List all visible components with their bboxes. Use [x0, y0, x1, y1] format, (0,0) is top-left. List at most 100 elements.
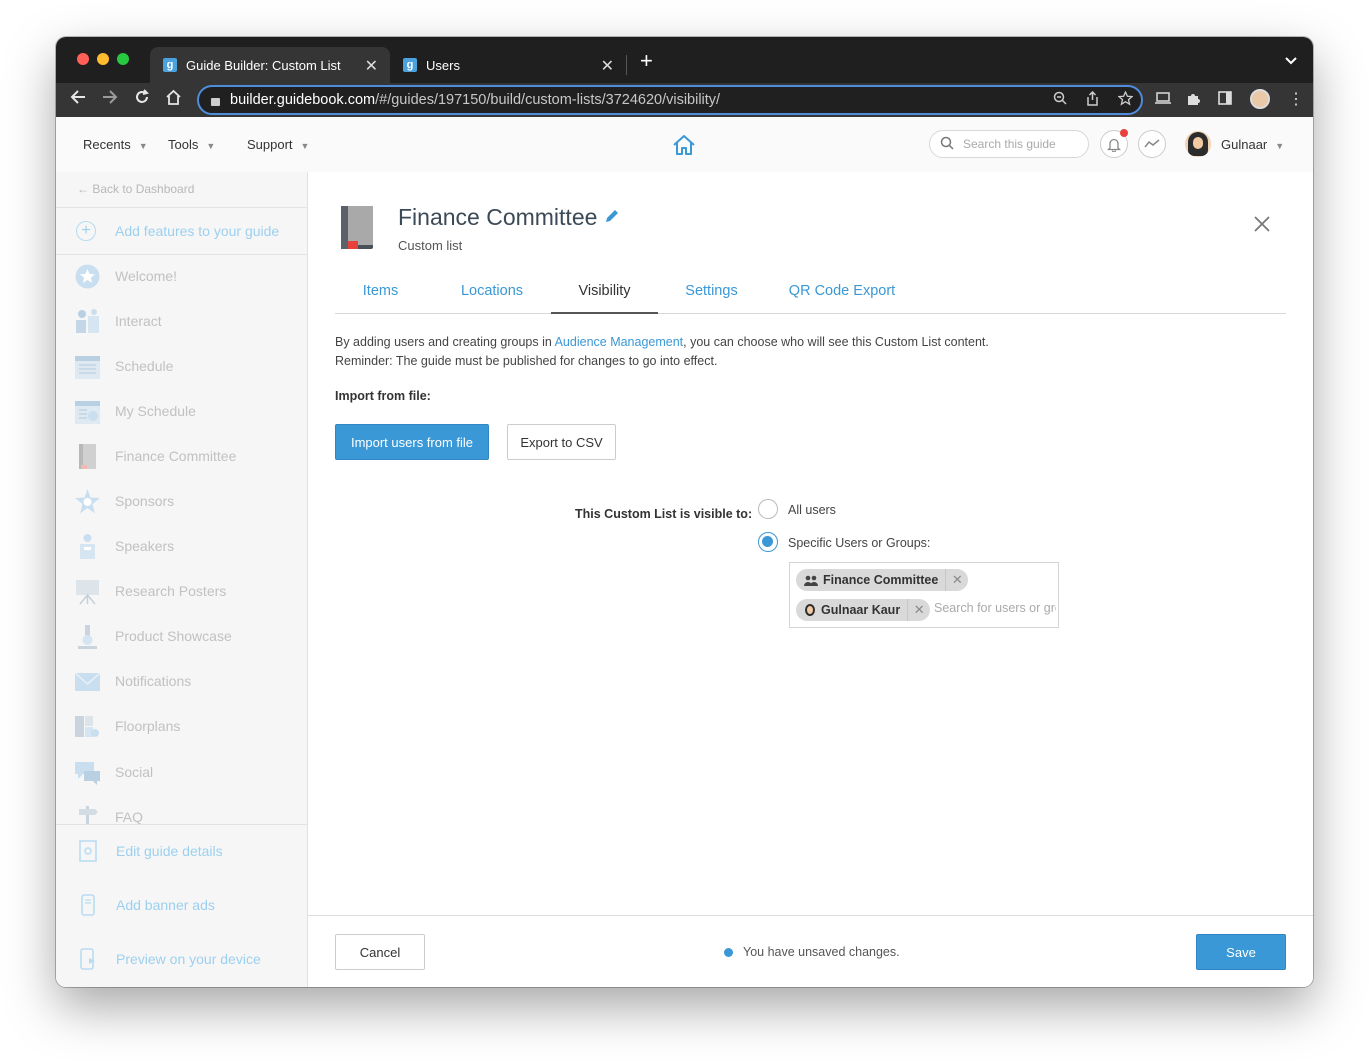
guide-search-input[interactable]: Search this guide [929, 130, 1089, 158]
bell-icon [1107, 138, 1121, 152]
specific-users-label: Specific Users or Groups: [788, 536, 931, 550]
close-tab-icon[interactable]: ✕ [365, 56, 378, 76]
sidebar-item-social[interactable]: Social [74, 757, 153, 787]
user-menu[interactable]: Gulnaar ▼ [1221, 137, 1284, 152]
maximize-window-button[interactable] [117, 53, 129, 65]
browser-profile-avatar[interactable] [1250, 89, 1270, 109]
recents-menu[interactable]: Recents ▼ [83, 137, 148, 152]
guidebook-home-icon[interactable] [672, 133, 696, 162]
chevron-down-icon: ▼ [1275, 141, 1285, 151]
sidebar-item-label: Welcome! [115, 268, 177, 284]
add-banner-ads-link[interactable]: Add banner ads [76, 893, 215, 917]
save-button[interactable]: Save [1196, 934, 1286, 970]
preview-device-icon [76, 947, 100, 971]
close-icon[interactable] [1254, 216, 1270, 237]
remove-tag-icon[interactable]: ✕ [945, 569, 968, 591]
sidebar-item-my-schedule[interactable]: My Schedule [74, 396, 196, 426]
tab-qr-code-export[interactable]: QR Code Export [773, 269, 911, 313]
sidebar-item-finance-committee[interactable]: Finance Committee [74, 441, 236, 471]
interact-icon [74, 308, 101, 335]
notifications-button[interactable] [1100, 129, 1128, 158]
edit-pencil-icon[interactable] [604, 208, 620, 229]
tab-search-chevron-icon[interactable] [1285, 53, 1297, 68]
browser-menu-icon[interactable]: ⋮ [1288, 89, 1304, 109]
tab-settings[interactable]: Settings [665, 269, 758, 313]
zoom-icon[interactable] [1053, 91, 1067, 108]
user-group-selector[interactable]: Finance Committee ✕ Gulnaar Kaur ✕ Searc… [789, 562, 1059, 628]
remove-tag-icon[interactable]: ✕ [907, 599, 930, 621]
sponsor-star-icon [74, 488, 101, 515]
export-csv-button[interactable]: Export to CSV [507, 424, 616, 460]
sidebar-item-label: Schedule [115, 358, 174, 374]
sidebar-item-interact[interactable]: Interact [74, 306, 162, 336]
close-tab-icon[interactable]: ✕ [601, 56, 614, 76]
activity-button[interactable] [1138, 130, 1166, 158]
address-bar[interactable]: builder.guidebook.com/#/guides/197150/bu… [197, 85, 1143, 115]
side-panel-icon[interactable] [1218, 91, 1232, 109]
close-window-button[interactable] [77, 53, 89, 65]
sidebar-item-welcome[interactable]: Welcome! [74, 261, 177, 291]
envelope-icon [74, 668, 101, 695]
sidebar-item-notifications[interactable]: Notifications [74, 666, 191, 696]
add-features-button[interactable]: + Add features to your guide [76, 221, 279, 241]
plus-circle-icon: + [76, 221, 96, 241]
tab-divider [626, 55, 627, 75]
tab-visibility[interactable]: Visibility [551, 269, 658, 314]
publish-reminder: Reminder: The guide must be published fo… [335, 354, 718, 368]
sidebar-item-label: FAQ [115, 809, 144, 825]
cancel-button[interactable]: Cancel [335, 934, 425, 970]
book-icon [74, 443, 101, 470]
easel-icon [74, 578, 101, 605]
activity-wave-icon [1144, 139, 1160, 148]
sidebar-item-floorplans[interactable]: Floorplans [74, 711, 180, 741]
bookmark-star-icon[interactable] [1117, 90, 1134, 109]
visible-to-label: This Custom List is visible to: [575, 507, 753, 521]
page-subtitle: Custom list [398, 238, 463, 253]
visibility-description: By adding users and creating groups in A… [335, 333, 989, 371]
all-users-radio[interactable] [758, 499, 778, 519]
sidebar-item-schedule[interactable]: Schedule [74, 351, 173, 381]
gear-doc-icon [76, 839, 100, 863]
support-menu[interactable]: Support ▼ [247, 137, 309, 152]
import-users-button[interactable]: Import users from file [335, 424, 489, 460]
footer-bar: Cancel You have unsaved changes. Save [308, 915, 1313, 987]
sidebar-item-speakers[interactable]: Speakers [74, 531, 174, 561]
lock-icon [211, 98, 220, 106]
extensions-puzzle-icon[interactable] [1186, 91, 1201, 110]
edit-guide-details-link[interactable]: Edit guide details [76, 839, 223, 863]
preview-on-device-label: Preview on your device [116, 951, 261, 967]
browser-tab-users[interactable]: g Users ✕ [390, 47, 626, 83]
forward-arrow-icon[interactable] [102, 89, 118, 110]
sidebar-item-label: Sponsors [115, 493, 175, 509]
sidebar-item-research-posters[interactable]: Research Posters [74, 576, 226, 606]
share-icon[interactable] [1086, 90, 1099, 109]
back-arrow-icon[interactable] [70, 89, 86, 110]
tab-locations[interactable]: Locations [439, 269, 545, 313]
edit-guide-details-label: Edit guide details [116, 843, 223, 859]
user-avatar[interactable] [1185, 131, 1211, 157]
page-title: Finance Committee [398, 204, 598, 230]
microscope-icon [74, 623, 101, 650]
guidebook-favicon-icon: g [403, 58, 417, 72]
audience-management-link[interactable]: Audience Management [555, 335, 684, 349]
url-text: builder.guidebook.com/#/guides/197150/bu… [230, 92, 721, 108]
tab-title: Users [426, 57, 460, 73]
tab-items[interactable]: Items [335, 269, 426, 313]
preview-on-device-link[interactable]: Preview on your device [76, 947, 261, 971]
tag-label: Finance Committee [823, 573, 939, 587]
chevron-down-icon: ▼ [300, 141, 310, 151]
reload-icon[interactable] [134, 89, 150, 110]
sidebar-item-product-showcase[interactable]: Product Showcase [74, 621, 232, 651]
calendar-icon [74, 353, 101, 380]
user-group-search-input[interactable]: Search for users or groups [934, 601, 1056, 615]
home-icon[interactable] [165, 89, 182, 110]
cast-icon[interactable] [1155, 91, 1171, 108]
minimize-window-button[interactable] [97, 53, 109, 65]
new-tab-icon[interactable]: + [640, 50, 653, 72]
sidebar-footer: Edit guide details Add banner ads Previe… [56, 824, 307, 987]
browser-tab-guide-builder[interactable]: g Guide Builder: Custom List ✕ [150, 47, 390, 83]
sidebar-item-sponsors[interactable]: Sponsors [74, 486, 174, 516]
specific-users-radio[interactable] [758, 532, 778, 552]
tools-menu[interactable]: Tools ▼ [168, 137, 215, 152]
back-to-dashboard-link[interactable]: ← Back to Dashboard [77, 182, 194, 196]
